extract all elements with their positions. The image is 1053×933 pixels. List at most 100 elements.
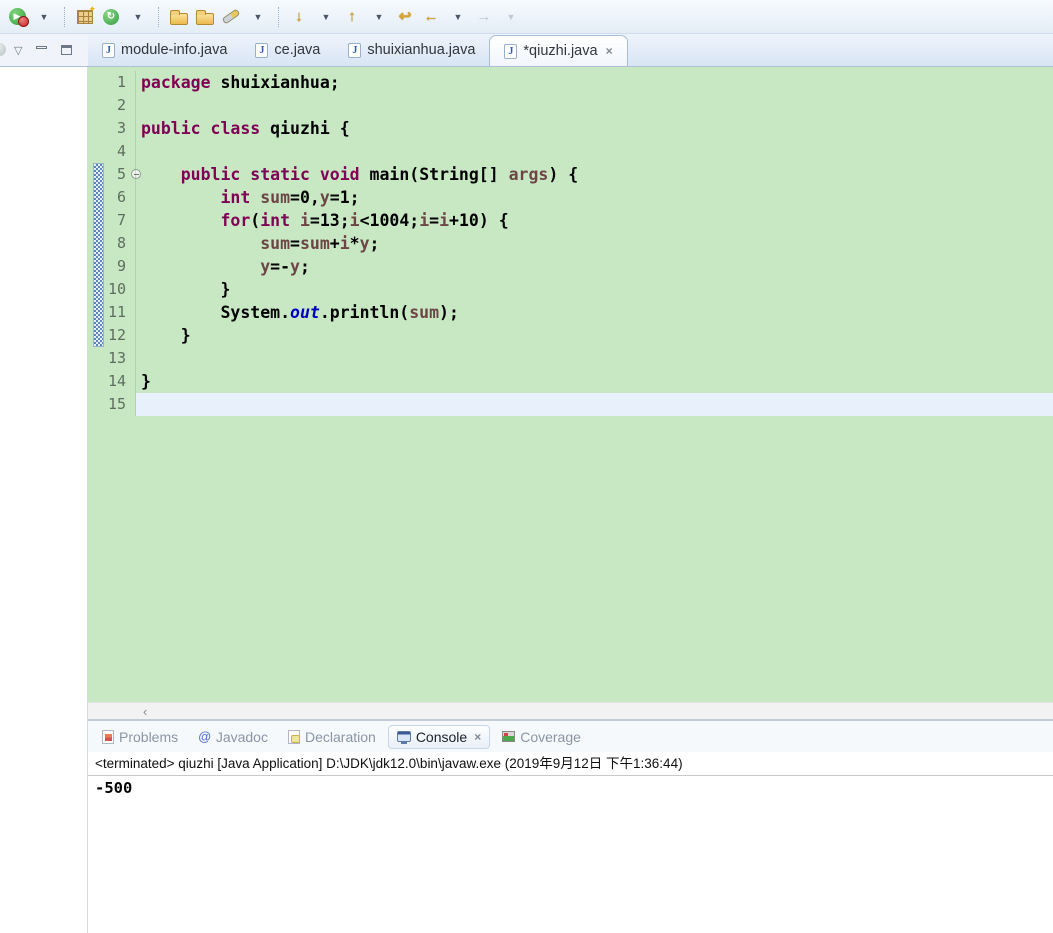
flashlight-icon — [221, 8, 241, 25]
javadoc-icon: @ — [198, 729, 211, 744]
bottom-tab-declaration[interactable]: Declaration — [280, 726, 384, 748]
scroll-left-icon[interactable]: ‹ — [143, 703, 147, 720]
next-annotation-dropdown[interactable]: ▼ — [315, 5, 337, 29]
editor-tab-shuixianhua-java[interactable]: Jshuixianhua.java — [334, 34, 489, 66]
tab-label: Coverage — [520, 728, 581, 745]
maximize-icon[interactable] — [61, 45, 73, 55]
tab-label: ce.java — [274, 42, 321, 58]
code-line-15[interactable] — [136, 393, 1053, 416]
last-edit-location-button[interactable]: ↩ — [394, 5, 416, 29]
line-number-gutter[interactable]: 1 2 3 4 5 6 7 8 9 10 11 12 13 14 15 — [88, 71, 141, 416]
line-number[interactable]: 5 — [88, 163, 141, 186]
code-line-13[interactable] — [136, 347, 1053, 370]
line-number[interactable]: 9 — [88, 255, 135, 278]
console-output[interactable]: -500 — [88, 776, 1053, 797]
line-number[interactable]: 8 — [88, 232, 135, 255]
toolbar-separator — [278, 6, 279, 27]
forward-button[interactable]: → — [473, 5, 495, 29]
coverage-button[interactable]: ↻ — [100, 5, 122, 29]
open-folder-alt-button[interactable] — [194, 5, 216, 29]
folder-open-icon — [196, 9, 214, 25]
search-button[interactable] — [220, 5, 242, 29]
code-line-8[interactable]: sum=sum+i*y; — [136, 232, 1053, 255]
code-line-11[interactable]: System.out.println(sum); — [136, 301, 1053, 324]
line-number[interactable]: 6 — [88, 186, 135, 209]
forward-dropdown[interactable]: ▼ — [500, 5, 522, 29]
run-dropdown[interactable]: ▼ — [33, 5, 55, 29]
code-line-3[interactable]: public class qiuzhi { — [136, 117, 1053, 140]
code-line-14[interactable]: } — [136, 370, 1053, 393]
coverage-launch-icon: ↻ — [103, 8, 119, 25]
run-button[interactable]: ▶ — [6, 5, 29, 29]
main-toolbar: ▶ ▼ ↻ ▼ ▼ ↓ ▼ ↑ ▼ ↩ ← ▼ → ▼ — [0, 0, 1053, 34]
toolbar-separator — [158, 6, 159, 27]
line-number[interactable]: 4 — [88, 140, 135, 163]
code-line-7[interactable]: for(int i=13;i<1004;i=i+10) { — [136, 209, 1053, 232]
code-line-2[interactable] — [136, 94, 1053, 117]
line-number[interactable]: 3 — [88, 117, 135, 140]
toolbar-separator — [64, 6, 65, 27]
tab-label: Problems — [119, 728, 179, 745]
minimized-view-toolbar: ▽ — [0, 34, 88, 66]
line-number[interactable]: 14 — [88, 370, 135, 393]
next-annotation-button[interactable]: ↓ — [288, 5, 310, 29]
coverage-icon — [502, 731, 516, 742]
search-dropdown[interactable]: ▼ — [247, 5, 269, 29]
code-text-area[interactable]: package shuixianhua; public class qiuzhi … — [135, 71, 1053, 416]
open-folder-button[interactable] — [168, 5, 190, 29]
console-icon — [396, 731, 411, 744]
back-button[interactable]: ← — [420, 5, 442, 29]
line-number[interactable]: 13 — [88, 347, 135, 370]
code-line-12[interactable]: } — [136, 324, 1053, 347]
bottom-tab-javadoc[interactable]: @ Javadoc — [190, 726, 276, 748]
editor-tab--qiuzhi-java[interactable]: J *qiuzhi.java × — [489, 35, 628, 66]
tab-label: shuixianhua.java — [367, 42, 476, 58]
code-line-1[interactable]: package shuixianhua; — [136, 71, 1053, 94]
line-number[interactable]: 2 — [88, 94, 135, 117]
previous-annotation-dropdown[interactable]: ▼ — [368, 5, 390, 29]
problems-icon — [102, 729, 114, 744]
line-number[interactable]: 12 — [88, 324, 135, 347]
line-number[interactable]: 1 — [88, 71, 135, 94]
code-line-6[interactable]: int sum=0,y=1; — [136, 186, 1053, 209]
collapsed-explorer-panel[interactable] — [0, 67, 88, 933]
view-menu-icon[interactable]: ▽ — [14, 44, 22, 57]
console-process-title: <terminated> qiuzhi [Java Application] D… — [88, 752, 1053, 776]
bottom-tab-coverage[interactable]: Coverage — [494, 726, 589, 748]
editor-tabs: Jmodule-info.java Jce.java Jshuixianhua.ja… — [88, 34, 628, 66]
java-file-icon: J — [255, 42, 269, 58]
line-number[interactable]: 15 — [88, 393, 135, 416]
tab-label: *qiuzhi.java — [523, 43, 598, 59]
minimize-icon[interactable] — [36, 45, 48, 49]
console-panel: Problems @ Javadoc Declaration Console × Cover… — [88, 719, 1053, 933]
java-file-icon: J — [102, 42, 115, 58]
code-line-9[interactable]: y=-y; — [136, 255, 1053, 278]
new-java-package-button[interactable] — [74, 4, 96, 29]
bottom-view-tabs: Problems @ Javadoc Declaration Console × Cover… — [88, 721, 1053, 752]
run-icon: ▶ — [8, 8, 29, 27]
java-file-icon: J — [348, 42, 362, 58]
line-number[interactable]: 10 — [88, 278, 135, 301]
package-icon — [77, 4, 96, 24]
bottom-tab-console[interactable]: Console × — [387, 724, 491, 749]
tab-label: module-info.java — [121, 42, 228, 58]
horizontal-scrollbar[interactable]: ‹ — [88, 702, 1053, 719]
line-number[interactable]: 11 — [88, 301, 135, 324]
java-code-editor[interactable]: 1 2 3 4 5 6 7 8 9 10 11 12 13 14 15 package shuixianhu… — [88, 67, 1053, 702]
editor-tab-ce-java[interactable]: Jce.java — [241, 34, 334, 66]
tab-close-icon[interactable]: × — [474, 730, 481, 744]
back-dropdown[interactable]: ▼ — [447, 5, 469, 29]
folder-icon — [170, 9, 188, 25]
previous-annotation-button[interactable]: ↑ — [341, 5, 363, 29]
tab-label: Console — [415, 728, 468, 745]
code-line-10[interactable]: } — [136, 278, 1053, 301]
coverage-dropdown[interactable]: ▼ — [127, 5, 149, 29]
line-number[interactable]: 7 — [88, 209, 135, 232]
editor-tab-bar: ▽ Jmodule-info.java Jce.java Jshuixianhua.… — [0, 34, 1053, 67]
code-line-5[interactable]: public static void main(String[] args) { — [136, 163, 1053, 186]
editor-tab-module-info-java[interactable]: Jmodule-info.java — [88, 34, 241, 66]
tab-close-icon[interactable]: × — [606, 44, 613, 58]
tab-label: Declaration — [304, 728, 376, 745]
code-line-4[interactable] — [136, 140, 1053, 163]
bottom-tab-problems[interactable]: Problems — [94, 726, 186, 748]
